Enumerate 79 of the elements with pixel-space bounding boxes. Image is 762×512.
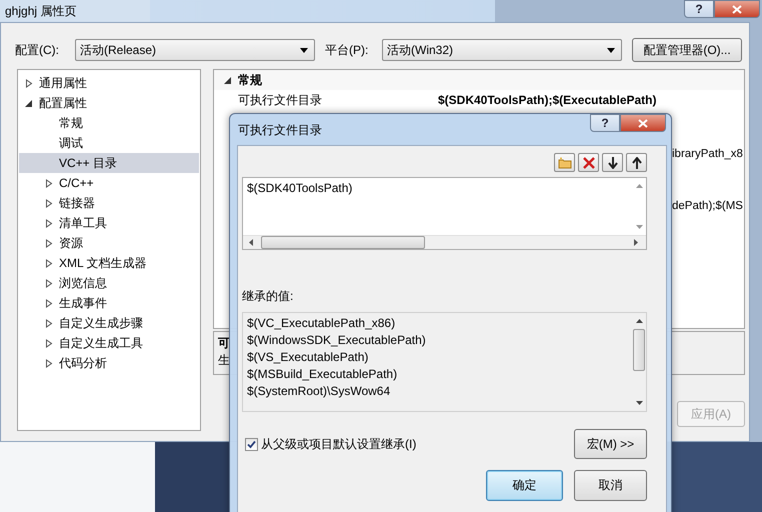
expander-icon[interactable]: [25, 78, 33, 88]
help-button[interactable]: ?: [590, 114, 620, 132]
inherited-value: $(SystemRoot)\SysWow64: [247, 383, 392, 400]
tree-item[interactable]: 浏览信息: [19, 273, 199, 293]
scrollbar-thumb[interactable]: [633, 329, 645, 371]
delete-icon: [582, 156, 594, 168]
expander-icon[interactable]: [45, 258, 53, 268]
expander-icon[interactable]: [45, 278, 53, 288]
expander-icon[interactable]: [45, 298, 53, 308]
platform-label: 平台(P):: [325, 42, 370, 58]
property-value: $(SDK40ToolsPath);$(ExecutablePath): [438, 93, 656, 107]
ok-button[interactable]: 确定: [486, 470, 563, 501]
delete-button[interactable]: [578, 153, 599, 172]
tree-item[interactable]: 配置属性: [19, 93, 199, 113]
close-button[interactable]: [714, 0, 760, 18]
tree-item[interactable]: 清单工具: [19, 213, 199, 233]
dropdown-arrow-icon: [607, 48, 615, 52]
move-up-button[interactable]: [626, 153, 647, 172]
expander-icon[interactable]: [45, 338, 53, 348]
scroll-down-icon[interactable]: [636, 401, 642, 405]
close-icon: [732, 4, 742, 14]
property-value: dePath);$(MS: [672, 200, 743, 212]
tree-item[interactable]: 常规: [19, 113, 199, 133]
scroll-up-icon[interactable]: [636, 319, 642, 323]
move-down-button[interactable]: [602, 153, 623, 172]
expander-icon[interactable]: [45, 198, 53, 208]
help-button[interactable]: ?: [684, 0, 714, 18]
horizontal-scrollbar[interactable]: [243, 235, 646, 249]
inherited-value: $(WindowsSDK_ExecutablePath): [247, 332, 427, 349]
property-name: 可执行文件目录: [238, 92, 323, 108]
expander-icon[interactable]: [45, 238, 53, 248]
cancel-button[interactable]: 取消: [574, 470, 647, 501]
checkmark-icon: [247, 440, 256, 448]
tree-item[interactable]: XML 文档生成器: [19, 253, 199, 273]
scroll-right-icon[interactable]: [634, 239, 638, 246]
property-value: ibraryPath_x8: [672, 148, 743, 160]
expander-icon[interactable]: [224, 76, 232, 84]
dropdown-arrow-icon: [300, 48, 308, 52]
close-icon: [638, 118, 648, 128]
scroll-left-icon[interactable]: [249, 239, 253, 246]
description-text: 生: [218, 352, 230, 369]
scrollbar-thumb[interactable]: [261, 236, 425, 249]
tree-item[interactable]: C/C++: [19, 173, 199, 193]
inherited-values-label: 继承的值:: [242, 288, 294, 305]
description-title: 可: [218, 335, 230, 352]
macro-button[interactable]: 宏(M) >>: [574, 429, 647, 459]
tree-item[interactable]: 通用属性: [19, 73, 199, 93]
new-line-button[interactable]: [554, 153, 575, 172]
config-label: 配置(C):: [15, 42, 60, 58]
tree-item[interactable]: VC++ 目录: [19, 153, 199, 173]
platform-dropdown[interactable]: 活动(Win32): [382, 39, 622, 61]
inherited-value: $(VC_ExecutablePath_x86): [247, 315, 396, 332]
inherited-value: $(VS_ExecutablePath): [247, 349, 370, 366]
tree-item[interactable]: 链接器: [19, 193, 199, 213]
tree-item[interactable]: 代码分析: [19, 353, 199, 373]
up-arrow-icon: [632, 156, 642, 168]
down-arrow-icon: [608, 156, 618, 168]
tree-item[interactable]: 资源: [19, 233, 199, 253]
checkbox-label: 从父级或项目默认设置继承(I): [261, 436, 416, 452]
tree-item[interactable]: 自定义生成步骤: [19, 313, 199, 333]
expander-icon[interactable]: [45, 318, 53, 328]
tree-item[interactable]: 调试: [19, 133, 199, 153]
window-title: ghjghj 属性页: [4, 3, 76, 20]
config-manager-button[interactable]: 配置管理器(O)...: [632, 38, 742, 62]
dialog-title: 可执行文件目录: [237, 122, 322, 139]
config-dropdown[interactable]: 活动(Release): [75, 39, 315, 61]
category-label: 常规: [238, 72, 262, 88]
expander-icon[interactable]: [25, 98, 33, 108]
directory-list[interactable]: $(SDK40ToolsPath): [242, 177, 647, 250]
tree-item[interactable]: 自定义生成工具: [19, 333, 199, 353]
close-button[interactable]: [620, 114, 666, 132]
folder-icon: [558, 156, 572, 168]
expander-icon[interactable]: [45, 218, 53, 228]
tree-item[interactable]: 生成事件: [19, 293, 199, 313]
directory-entry[interactable]: $(SDK40ToolsPath): [247, 181, 628, 195]
checkbox[interactable]: [245, 438, 258, 450]
expander-icon[interactable]: [45, 358, 53, 368]
inherited-value: $(MSBuild_ExecutablePath): [247, 366, 398, 383]
expander-icon[interactable]: [45, 178, 53, 188]
